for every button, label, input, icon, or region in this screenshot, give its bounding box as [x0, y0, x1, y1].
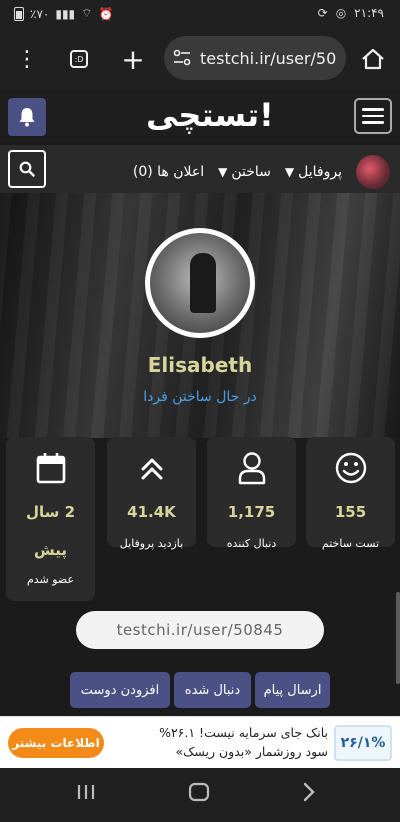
notifications-button[interactable] [8, 98, 46, 136]
sync-icon: ⟳ [317, 6, 328, 20]
wifi-icon: ⌔ [81, 6, 93, 20]
profile-link[interactable]: testchi.ir/user/50845 [76, 611, 324, 649]
nav-notifications[interactable]: اعلان ها (0) [133, 164, 204, 180]
stat-value: 2 سال [25, 503, 76, 521]
signal-icon: ▮▮▮ [55, 6, 76, 21]
profile-avatar [145, 228, 255, 338]
status-bar: ٪۷۰ ▮▮▮ ⌔ ⏰ ⟳ ◎ ۲۱:۴۹ [0, 0, 400, 28]
stat-member-since: 2 سال پیش عضو شدم [6, 437, 95, 601]
ad-banner[interactable]: ۲۶/۱% بانک جای سرمایه نیست! ۲۶.۱% سود رو… [0, 716, 400, 768]
hamburger-menu-button[interactable] [354, 98, 392, 134]
ad-line-2: سود روزشمار «بدون ریسک» [175, 744, 328, 759]
nav-build-label: ساختن [231, 164, 271, 180]
ad-line-1: بانک جای سرمایه نیست! ۲۶.۱% [159, 725, 328, 740]
stat-value: 1,175 [227, 503, 276, 521]
search-icon [19, 161, 35, 177]
chevrons-up-icon [141, 458, 162, 480]
stat-tests-built: 155 تست ساختم [306, 437, 395, 550]
stat-profile-views: 41.4K بازدید پروفایل [107, 437, 196, 550]
user-avatar[interactable] [356, 155, 390, 189]
tabs-button[interactable]: :D [64, 44, 94, 74]
url-text: testchi.ir/user/50 [200, 48, 337, 68]
address-bar[interactable]: testchi.ir/user/50 [164, 36, 346, 80]
system-nav-bar [0, 768, 400, 822]
home-nav-icon[interactable] [188, 782, 210, 808]
chevron-down-icon: ▼ [284, 165, 295, 179]
user-icon [238, 452, 265, 485]
battery-level: ٪۷۰ [30, 6, 50, 21]
nav-profile[interactable]: پروفایل ▼ [285, 164, 342, 180]
stat-value-line2: پیش [34, 541, 67, 559]
send-message-button[interactable]: ارسال پیام [255, 672, 330, 708]
nav-bar: پروفایل ▼ ساختن ▼ اعلان ها (0) [0, 145, 400, 193]
add-friend-button[interactable]: افزودن دوست [70, 672, 170, 708]
stat-value: 155 [334, 503, 367, 521]
profile-cover: Elisabeth در حال ساختن فردا [0, 193, 400, 438]
bell-icon [19, 108, 35, 127]
smiley-icon [335, 452, 366, 484]
profile-username: Elisabeth [147, 353, 253, 377]
clock: ۲۱:۴۹ [354, 6, 384, 20]
site-settings-icon[interactable] [172, 49, 192, 67]
scrollbar-thumb[interactable] [396, 592, 400, 684]
nav-build[interactable]: ساختن ▼ [218, 164, 271, 180]
battery-icon [14, 6, 24, 21]
more-options-icon[interactable]: ⋮ [12, 44, 42, 74]
nav-notifications-label: اعلان ها (0) [132, 164, 205, 180]
stat-label: عضو شدم [26, 573, 75, 586]
profile-status: در حال ساختن فردا [143, 389, 257, 405]
vpn-icon: ◎ [335, 6, 347, 20]
tab-count: :D [70, 50, 88, 68]
ad-badge: ۲۶/۱% [334, 725, 392, 761]
search-button[interactable] [8, 150, 46, 188]
home-icon[interactable] [358, 44, 388, 74]
stat-label: بازدید پروفایل [119, 537, 184, 550]
site-logo[interactable]: تستچی! [146, 96, 275, 134]
calendar-icon [36, 453, 65, 484]
ad-cta-button[interactable]: اطلاعات بیشتر [8, 728, 104, 758]
ad-text: بانک جای سرمایه نیست! ۲۶.۱% سود روزشمار … [138, 723, 328, 761]
new-tab-icon[interactable]: + [118, 43, 148, 76]
stat-followers: 1,175 دنبال کننده [207, 437, 296, 550]
chevron-down-icon: ▼ [218, 165, 228, 179]
alarm-icon: ⏰ [98, 6, 114, 21]
stat-label: دنبال کننده [226, 537, 277, 550]
site-header: تستچی! [0, 90, 400, 142]
stat-label: تست ساختم [321, 537, 380, 550]
stat-value: 41.4K [127, 503, 176, 521]
followed-button[interactable]: دنبال شده [174, 672, 251, 708]
recents-icon[interactable] [76, 782, 96, 807]
nav-profile-label: پروفایل [298, 164, 342, 180]
back-icon[interactable] [302, 782, 316, 808]
browser-toolbar: ⋮ :D + testchi.ir/user/50 [0, 28, 400, 90]
